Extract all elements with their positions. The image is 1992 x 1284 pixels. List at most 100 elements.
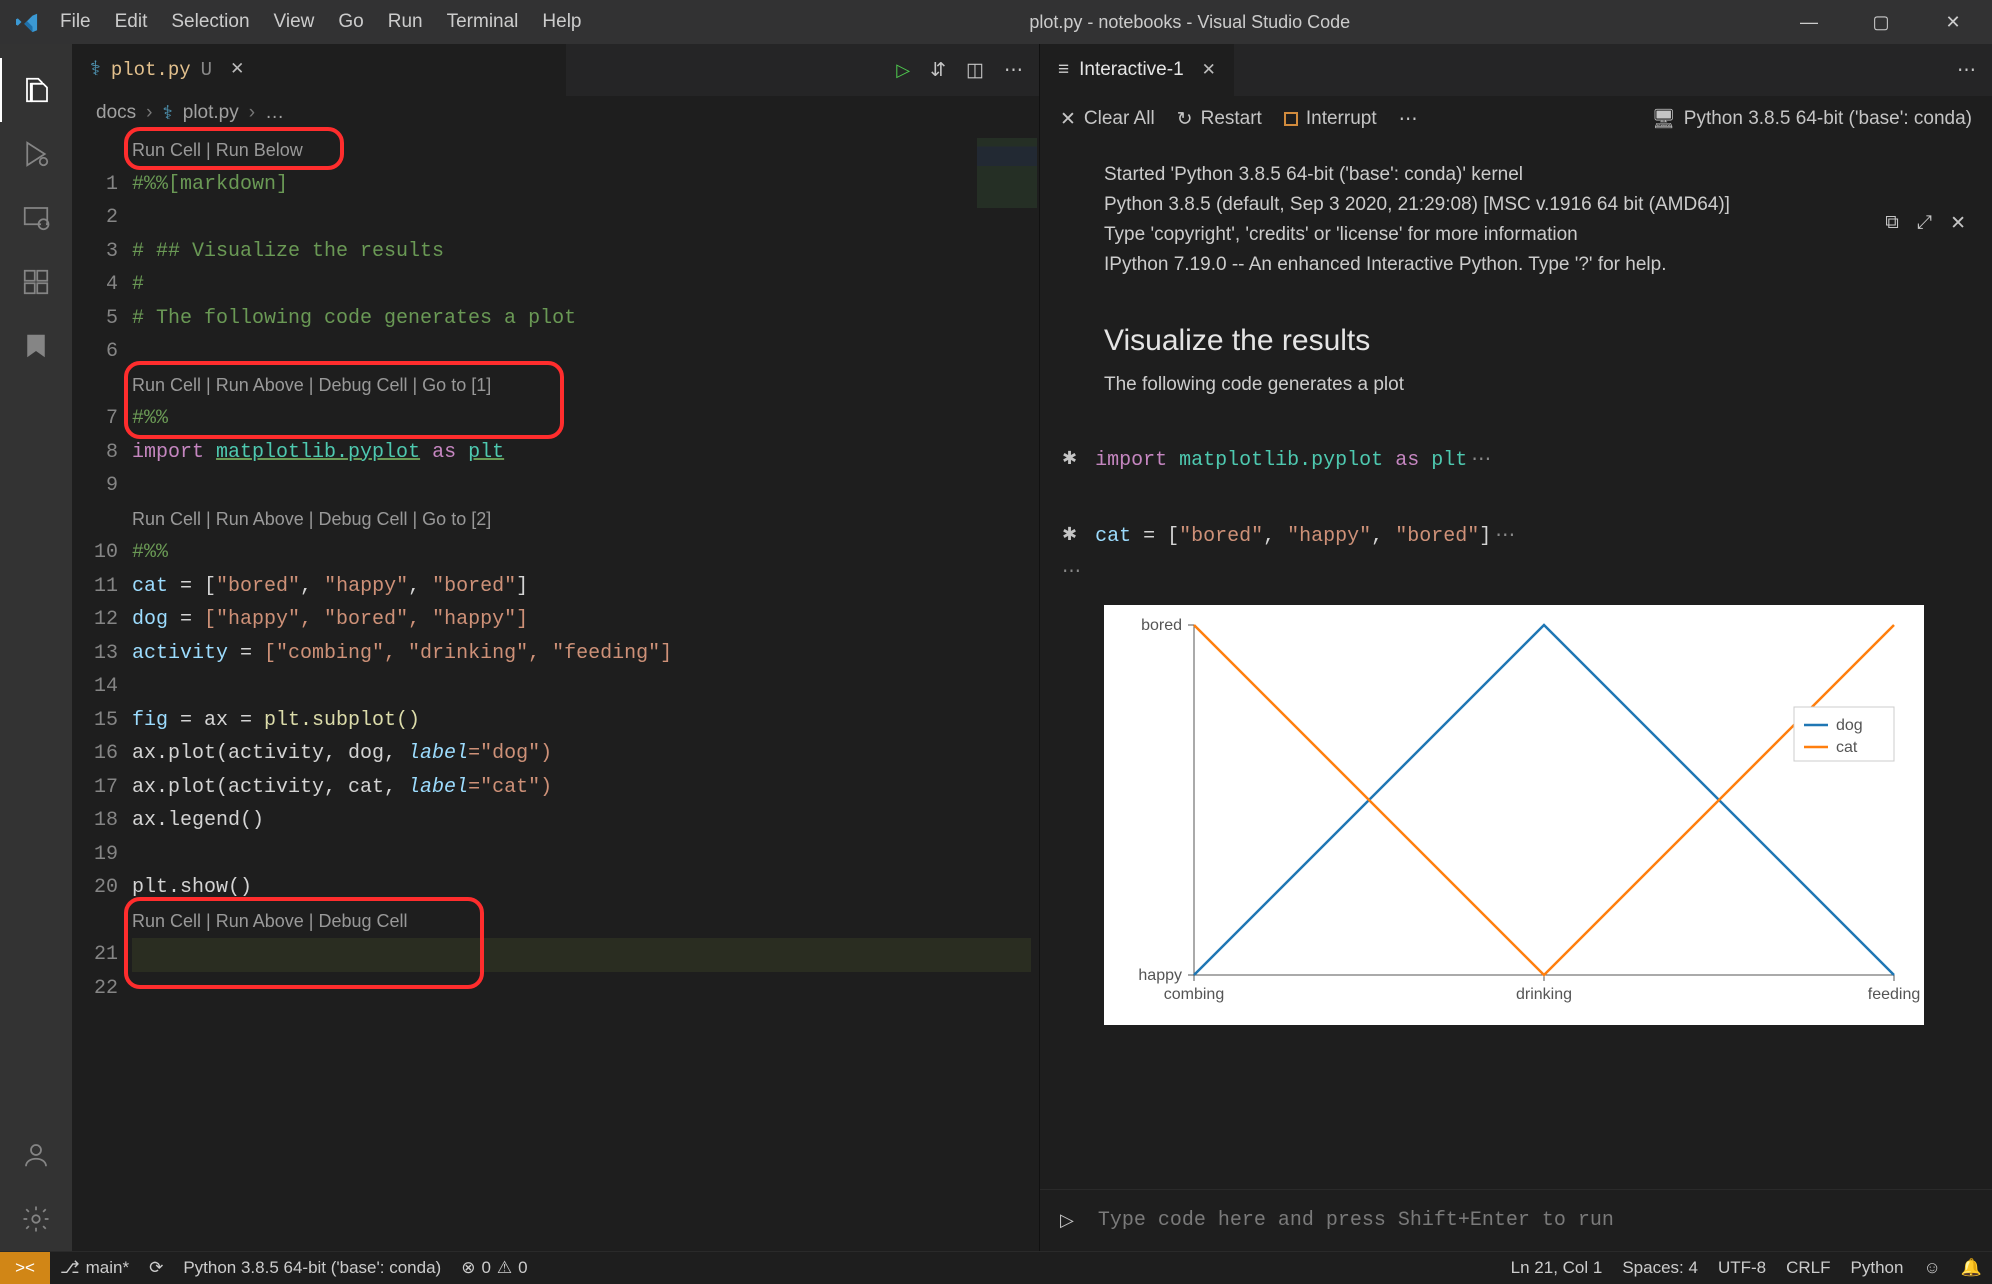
codelens-run-cell-2[interactable]: Run Cell | Run Above | Debug Cell | Go t… [132,369,491,403]
svg-text:dog: dog [1836,717,1863,734]
interactive-icon: ≡ [1058,59,1069,81]
output-chart: boredhappycombingdrinkingfeedingdogcat [1104,605,1924,1025]
menu-terminal[interactable]: Terminal [435,7,531,37]
window-title: plot.py - notebooks - Visual Studio Code [594,12,1787,33]
editor-tab-bar: ⚕ plot.py U ✕ ▷ ⇵ ◫ ⋯ [72,44,1039,96]
codelens-run-cell-3[interactable]: Run Cell | Run Above | Debug Cell | Go t… [132,503,491,537]
remote-indicator[interactable]: >< [0,1252,50,1284]
kernel-selector[interactable]: 🖥Python 3.8.5 64-bit ('base': conda) [1652,107,1972,131]
notifications-icon[interactable]: 🔔 [1951,1258,1992,1278]
settings-gear-icon[interactable] [0,1187,72,1251]
svg-text:feeding: feeding [1868,986,1921,1003]
split-editor-button[interactable]: ◫ [966,59,984,82]
execute-button[interactable]: ▷ [1060,1210,1074,1232]
python-file-icon: ⚕ [90,54,101,88]
tab-plot-py[interactable]: ⚕ plot.py U ✕ [72,44,566,96]
run-file-button[interactable]: ▷ [896,60,910,81]
git-branch[interactable]: ⎇main* [50,1258,139,1278]
restart-button[interactable]: ↻Restart [1177,108,1262,131]
executed-cell-2: ✱ cat = ["bored", "happy", "bored"]⋯ [1062,522,1970,548]
breadcrumb-folder[interactable]: docs [96,102,136,124]
interactive-output: ⧉ ⤢ ✕ Started 'Python 3.8.5 64-bit ('bas… [1040,142,1992,1189]
markdown-heading: Visualize the results [1104,324,1970,358]
problems-status[interactable]: ⊗0 ⚠0 [451,1258,537,1278]
branch-icon: ⎇ [60,1258,80,1278]
tab-close-button[interactable]: ✕ [1202,60,1216,80]
bookmark-icon[interactable] [0,314,72,378]
sync-button[interactable]: ⟳ [139,1258,173,1278]
breadcrumb-file[interactable]: plot.py [183,102,239,124]
tab-modified-indicator: U [201,54,212,88]
remote-explorer-icon[interactable] [0,186,72,250]
line-chart: boredhappycombingdrinkingfeedingdogcat [1104,605,1924,1025]
expand-icon[interactable]: ⤢ [1917,212,1932,235]
breadcrumb-more: … [265,102,284,124]
title-bar: File Edit Selection View Go Run Terminal… [0,0,1992,44]
window-maximize-button[interactable]: ▢ [1858,12,1904,33]
menu-edit[interactable]: Edit [103,7,160,37]
toolbar-more-button[interactable]: ⋯ [1399,108,1418,131]
git-compare-icon[interactable]: ⇵ [930,59,946,82]
executed-cell-1: ✱ import matplotlib.pyplot as plt⋯ [1062,446,1970,472]
code-editor[interactable]: 1 2 3 4 5 6 7 8 9 10 11 12 13 14 15 [72,130,1039,1251]
indentation-status[interactable]: Spaces: 4 [1612,1258,1708,1278]
menu-go[interactable]: Go [326,7,375,37]
sync-icon: ⟳ [149,1258,163,1278]
status-bar: >< ⎇main* ⟳ Python 3.8.5 64-bit ('base':… [0,1251,1992,1283]
editor-pane: ⚕ plot.py U ✕ ▷ ⇵ ◫ ⋯ docs › ⚕ plot.py › [72,44,1039,1251]
svg-text:bored: bored [1141,617,1182,634]
restart-icon: ↻ [1177,108,1193,131]
interpreter-status[interactable]: Python 3.8.5 64-bit ('base': conda) [173,1258,451,1278]
cell-more-icon[interactable]: ⋯ [1062,560,1970,583]
cell-collapse-icon[interactable]: ✱ [1062,448,1077,470]
svg-text:happy: happy [1138,967,1182,984]
cell-collapse-icon[interactable]: ✱ [1062,524,1077,546]
interactive-pane: ≡ Interactive-1 ✕ ⋯ ✕Clear All ↻Restart … [1039,44,1992,1251]
close-icon[interactable]: ✕ [1950,212,1966,235]
editor-more-button[interactable]: ⋯ [1957,59,1976,82]
interactive-input-row: ▷ Type code here and press Shift+Enter t… [1040,1189,1992,1251]
run-debug-icon[interactable] [0,122,72,186]
close-icon: ✕ [1060,108,1076,131]
editor-more-button[interactable]: ⋯ [1004,59,1023,82]
stop-icon [1284,112,1298,126]
interrupt-button[interactable]: Interrupt [1284,108,1377,130]
chevron-right-icon: › [249,102,255,124]
extensions-icon[interactable] [0,250,72,314]
code-content[interactable]: Run Cell | Run Below #%%[markdown] # ## … [132,130,1039,1251]
menu-selection[interactable]: Selection [159,7,261,37]
feedback-icon[interactable]: ☺ [1913,1258,1950,1278]
svg-text:cat: cat [1836,739,1858,756]
explorer-icon[interactable] [0,58,72,122]
error-icon: ⊗ [461,1258,475,1278]
codelens-run-cell-4[interactable]: Run Cell | Run Above | Debug Cell [132,905,408,939]
encoding-status[interactable]: UTF-8 [1708,1258,1776,1278]
clear-all-button[interactable]: ✕Clear All [1060,108,1155,131]
tab-title: Interactive-1 [1079,59,1184,81]
menu-help[interactable]: Help [530,7,593,37]
codelens-run-cell-1[interactable]: Run Cell | Run Below [132,134,303,168]
chevron-right-icon: › [146,102,152,124]
code-input[interactable]: Type code here and press Shift+Enter to … [1098,1209,1614,1232]
menu-run[interactable]: Run [376,7,435,37]
cursor-position[interactable]: Ln 21, Col 1 [1501,1258,1613,1278]
markdown-paragraph: The following code generates a plot [1104,374,1970,396]
interactive-tab-bar: ≡ Interactive-1 ✕ ⋯ [1040,44,1992,96]
python-file-icon: ⚕ [162,102,172,125]
window-close-button[interactable]: ✕ [1930,12,1976,33]
account-icon[interactable] [0,1123,72,1187]
tab-close-button[interactable]: ✕ [230,54,244,88]
line-number-gutter: 1 2 3 4 5 6 7 8 9 10 11 12 13 14 15 [72,130,132,1251]
kernel-startup-text: Started 'Python 3.8.5 64-bit ('base': co… [1062,160,1970,280]
eol-status[interactable]: CRLF [1776,1258,1840,1278]
language-mode[interactable]: Python [1841,1258,1914,1278]
tab-filename: plot.py [111,54,191,88]
menu-view[interactable]: View [262,7,327,37]
copy-icon[interactable]: ⧉ [1885,212,1899,235]
interactive-toolbar: ✕Clear All ↻Restart Interrupt ⋯ 🖥Python … [1040,96,1992,142]
tab-interactive-1[interactable]: ≡ Interactive-1 ✕ [1040,44,1234,96]
server-icon: 🖥 [1652,107,1676,131]
menu-file[interactable]: File [48,7,103,37]
window-minimize-button[interactable]: — [1786,12,1832,33]
breadcrumb[interactable]: docs › ⚕ plot.py › … [72,96,1039,130]
